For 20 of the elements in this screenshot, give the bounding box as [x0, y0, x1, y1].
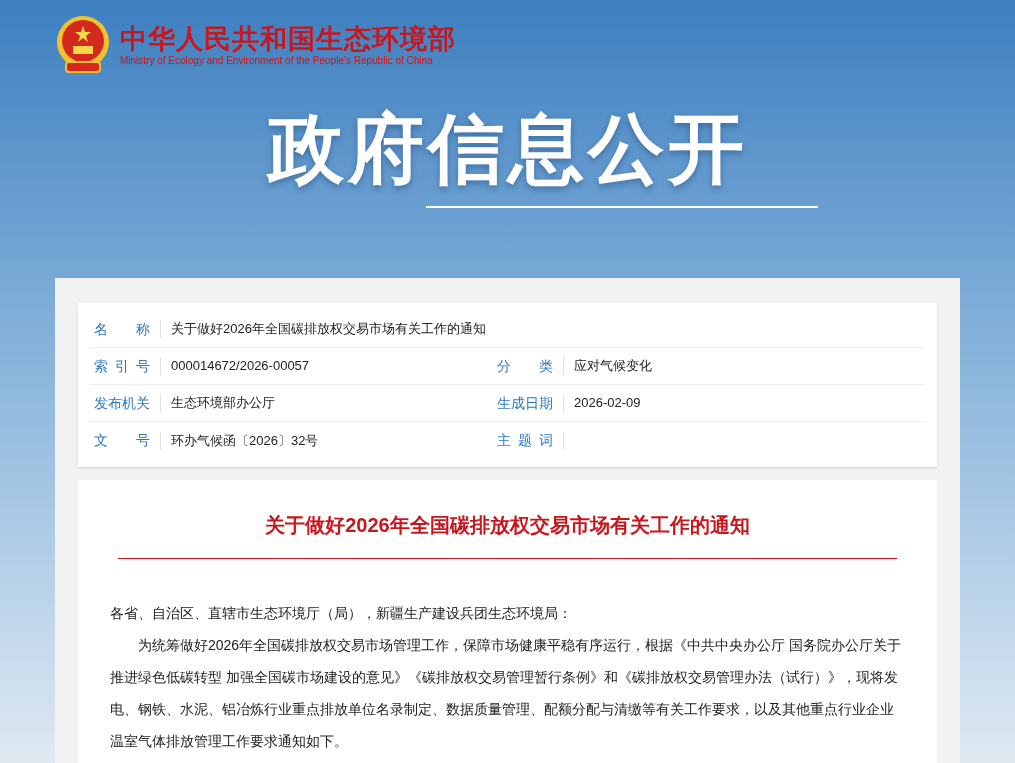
field-value: 关于做好2026年全国碳排放权交易市场有关工作的通知 [171, 320, 486, 339]
field-label: 主题词 [497, 431, 553, 450]
article-paragraph: 为统筹做好2026年全国碳排放权交易市场管理工作，保障市场健康平稳有序运行，根据《中共中央办公厅 国务院办公厅关于推进绿色低碳转型 加强全国碳市场建设的意见》《碳排放权交易管理暂行条例》和《碳排放权交易管理办法（试行）》，现将发电、钢铁、水泥、铝冶炼行业重点排放单位名录制定、数据质量管理、配额分配与清缴等有关工作要求，以及其他重点行业企业温室气体排放管理工作要求通知如下。 [110, 636, 903, 751]
emblem-icon [54, 14, 112, 76]
field-label: 索引号 [94, 356, 150, 376]
salutation: 各省、自治区、直辖市生态环境厅（局），新疆生产建设兵团生态环境局： [110, 604, 573, 623]
field-label: 分类 [497, 356, 553, 376]
field-label: 文号 [94, 431, 150, 450]
field-label: 生成日期 [497, 393, 553, 413]
field-value: 环办气候函〔2026〕32号 [171, 431, 319, 450]
article-title: 关于做好2026年全国碳排放权交易市场有关工作的通知 [265, 513, 750, 538]
field-label: 名称 [94, 319, 150, 339]
field-label: 发布机关 [94, 393, 150, 413]
field-value: 2026-02-09 [574, 394, 641, 413]
field-value: 生态环境部办公厅 [171, 394, 275, 413]
banner-title: 政府信息公开 [267, 105, 748, 193]
field-value: 000014672/2026-00057 [171, 357, 310, 376]
field-value: 应对气候变化 [574, 357, 652, 376]
site-name: 中华人民共和国生态环境部 [120, 23, 456, 55]
site-name-english: Ministry of Ecology and Environment of the People's Republic of China [120, 55, 434, 67]
